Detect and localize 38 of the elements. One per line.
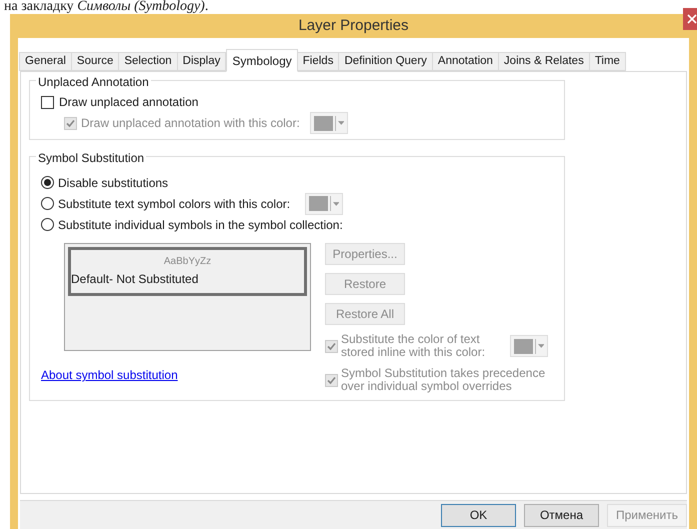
tab[interactable]: Symbology [226, 49, 298, 72]
radio-label: Disable substitutions [58, 174, 168, 192]
dialog-button[interactable]: Отмена [524, 504, 599, 526]
caret-icon [538, 344, 544, 348]
color-dropdown[interactable] [305, 192, 343, 214]
symbol-list[interactable]: AaBbYyZz Default- Not Substituted [64, 243, 311, 351]
tab[interactable]: Source [70, 52, 120, 71]
checkbox-label: Symbol Substitution takes precedence over individual symbol overrides [341, 367, 546, 393]
tab[interactable]: Annotation [432, 52, 499, 71]
symbol-label: Default- Not Substituted [71, 272, 198, 286]
checkbox-label: Draw unplaced annotation [59, 94, 198, 111]
checkbox[interactable] [41, 96, 54, 108]
tab[interactable]: Joins & Relates [498, 52, 590, 71]
tab[interactable]: Definition Query [338, 52, 433, 71]
caret-icon [332, 202, 339, 206]
caret-icon [338, 121, 344, 125]
color-dropdown[interactable] [310, 112, 348, 134]
color-dropdown[interactable] [510, 335, 548, 357]
radio-label: Substitute individual symbols in the symbol collection: [58, 216, 343, 234]
tab[interactable]: Time [588, 52, 626, 71]
symbol-preview: AaBbYyZz [164, 255, 212, 269]
radio-button[interactable] [41, 197, 54, 210]
list-item[interactable]: AaBbYyZz Default- Not Substituted [68, 247, 307, 296]
close-button[interactable] [683, 8, 697, 30]
radio-button[interactable] [41, 176, 54, 189]
window-title: Layer Properties [298, 16, 409, 34]
dialog-button[interactable]: OK [441, 504, 516, 526]
checkbox-label: Draw unplaced annotation with this color: [81, 115, 301, 132]
tab[interactable]: General [19, 52, 72, 71]
tab[interactable]: Display [176, 52, 226, 71]
close-icon [687, 14, 697, 24]
checkbox-label: Substitute the color of text stored inline with this color: [341, 333, 486, 359]
radio-label: Substitute text symbol colors with this color: [58, 196, 292, 212]
tab[interactable]: Fields [296, 52, 340, 71]
help-link[interactable]: About symbol substitution [41, 366, 178, 384]
tab[interactable]: Selection [118, 52, 178, 71]
radio-button[interactable] [41, 218, 54, 231]
document-text: на закладку Символы (Symbology). [4, 0, 208, 14]
